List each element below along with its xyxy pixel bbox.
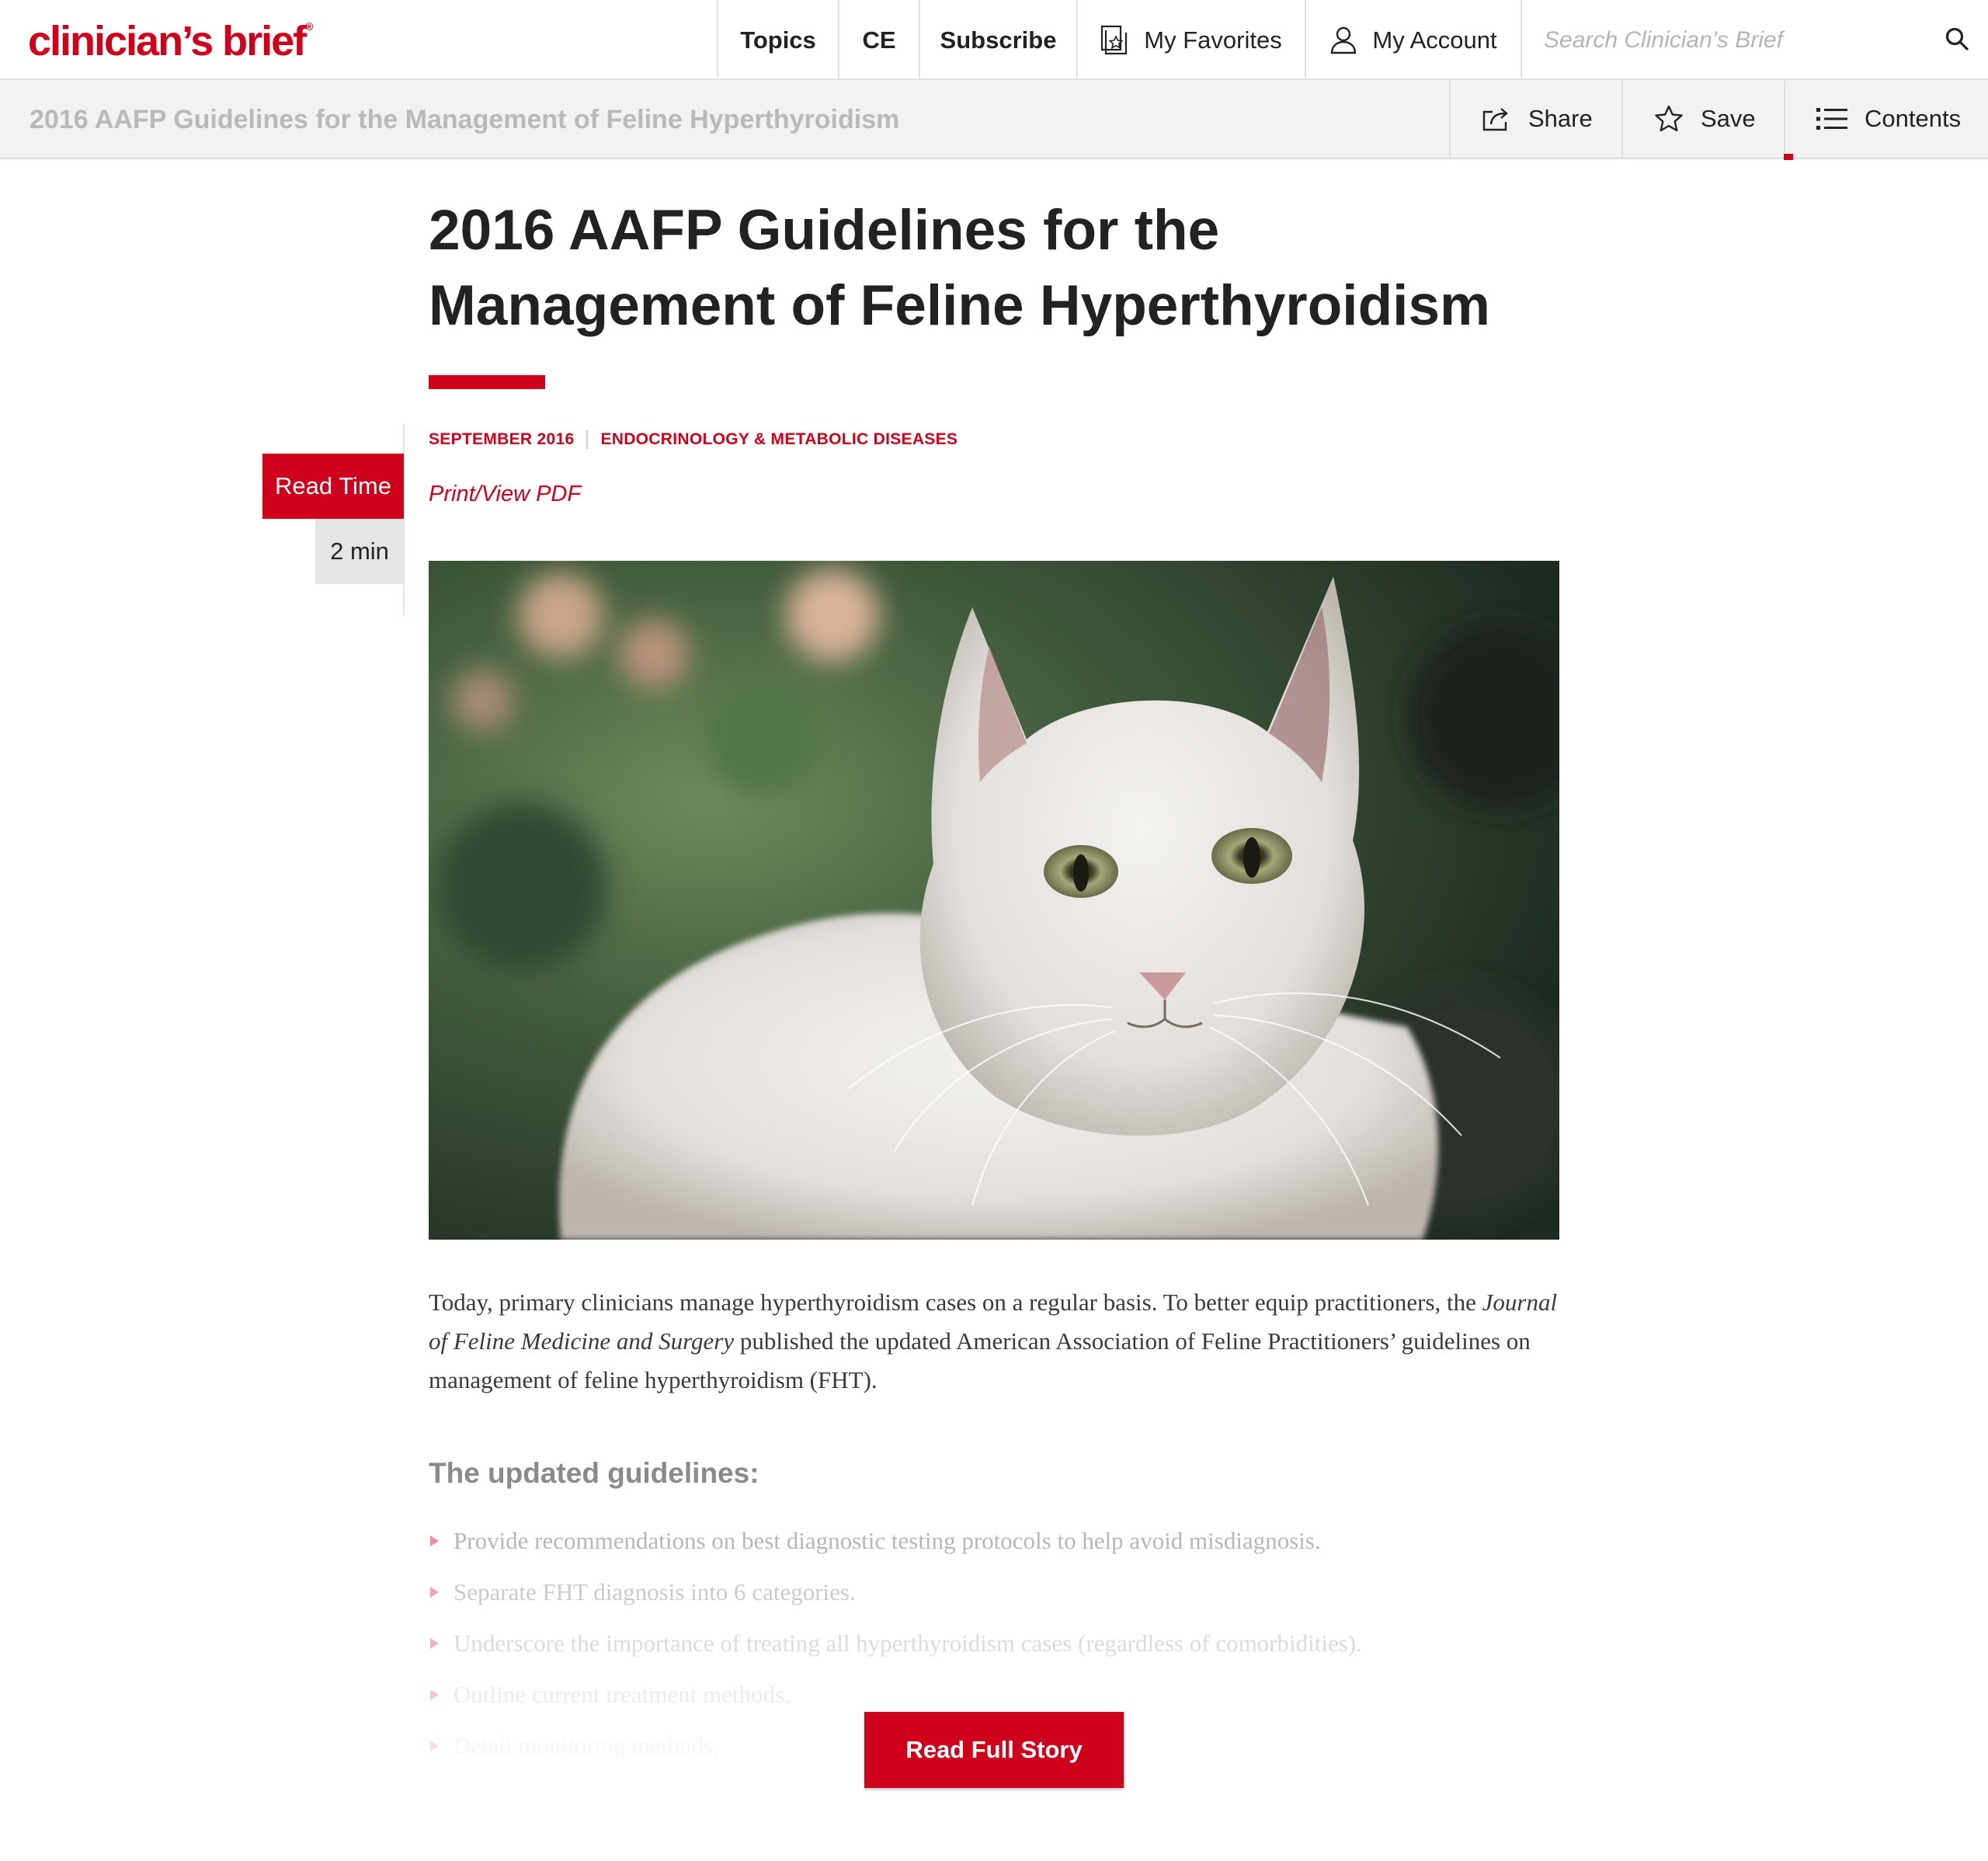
favorites-icon: [1100, 25, 1128, 56]
toolbar-article-title: 2016 AAFP Guidelines for the Management …: [30, 105, 900, 134]
article-toolbar: 2016 AAFP Guidelines for the Management …: [0, 80, 1988, 159]
contents-button[interactable]: Contents: [1784, 80, 1988, 158]
search-box: [1521, 0, 1988, 80]
meta-separator: [586, 430, 589, 449]
nav-ce[interactable]: CE: [838, 0, 919, 80]
nav-my-favorites[interactable]: My Favorites: [1076, 0, 1305, 80]
bullet-arrow-icon: [430, 1689, 439, 1700]
read-time-label: Read Time: [262, 454, 404, 519]
title-divider: [429, 375, 545, 389]
article-title: 2016 AAFP Guidelines for the Management …: [429, 199, 1490, 337]
reading-progress-indicator: [1784, 154, 1793, 160]
list-item: Provide recommendations on best diagnost…: [429, 1515, 1559, 1567]
section-heading: The updated guidelines:: [429, 1457, 759, 1489]
user-icon: [1330, 26, 1357, 54]
main-nav: Topics CE Subscribe My Favorites My Acco…: [717, 0, 1521, 80]
publish-date[interactable]: SEPTEMBER 2016: [429, 430, 574, 449]
top-navigation: clinician’s brief® Topics CE Subscribe M…: [0, 0, 1988, 80]
list-item: Underscore the importance of treating al…: [429, 1618, 1559, 1669]
read-full-story-button[interactable]: Read Full Story: [864, 1712, 1124, 1788]
hero-image-white-cat: [429, 561, 1559, 1240]
article-intro-paragraph: Today, primary clinicians manage hyperth…: [429, 1289, 1558, 1393]
share-button[interactable]: Share: [1449, 80, 1621, 158]
bullet-arrow-icon: [430, 1536, 439, 1546]
site-logo[interactable]: clinician’s brief®: [28, 17, 313, 65]
category-link[interactable]: ENDOCRINOLOGY & METABOLIC DISEASES: [600, 430, 958, 449]
star-icon: [1654, 105, 1684, 133]
list-item: Separate FHT diagnosis into 6 categories…: [429, 1567, 1559, 1618]
nav-my-account[interactable]: My Account: [1305, 0, 1521, 80]
search-input[interactable]: [1544, 23, 1917, 57]
save-button[interactable]: Save: [1621, 80, 1784, 158]
bullet-arrow-icon: [430, 1638, 439, 1649]
nav-subscribe[interactable]: Subscribe: [919, 0, 1076, 80]
article-meta: SEPTEMBER 2016 ENDOCRINOLOGY & METABOLIC…: [429, 430, 958, 449]
bullet-arrow-icon: [430, 1587, 439, 1598]
nav-topics[interactable]: Topics: [717, 0, 838, 80]
registered-mark: ®: [305, 20, 314, 33]
print-view-pdf-link[interactable]: Print/View PDF: [429, 482, 581, 507]
search-icon[interactable]: [1945, 26, 1969, 55]
list-icon: [1816, 107, 1847, 130]
read-time-value: 2 min: [315, 519, 404, 584]
share-icon: [1482, 106, 1511, 132]
bullet-arrow-icon: [430, 1741, 439, 1751]
